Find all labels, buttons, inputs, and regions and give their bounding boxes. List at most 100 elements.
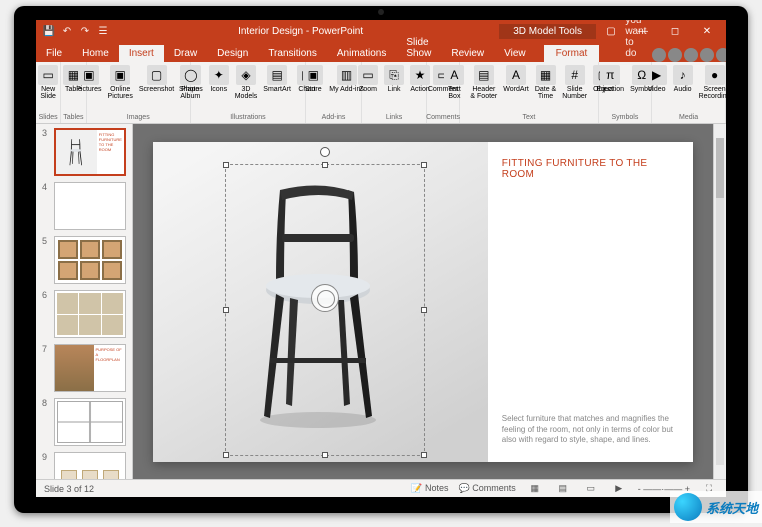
tab-home[interactable]: Home: [72, 45, 119, 62]
ribbon-group-label: Links: [386, 114, 402, 121]
tab-view[interactable]: View: [494, 45, 536, 62]
share-avatars[interactable]: ↗: [652, 48, 726, 62]
view-slideshow-icon[interactable]: ▶: [610, 483, 628, 494]
online-pictures-button[interactable]: ▣Online Pictures: [106, 64, 135, 101]
ribbon-group-label: Images: [127, 114, 150, 121]
thumbnail-slide-6[interactable]: 6: [42, 290, 126, 338]
pictures-button[interactable]: ▣Pictures: [74, 64, 103, 94]
close-icon[interactable]: ✕: [692, 26, 722, 37]
video-icon: ▶: [647, 65, 667, 85]
zoom-icon: ▭: [358, 65, 378, 85]
avatar-icon[interactable]: [652, 48, 666, 62]
video-button[interactable]: ▶Video: [645, 64, 669, 94]
online-pictures-icon: ▣: [110, 65, 130, 85]
store-button[interactable]: ▣Store: [301, 64, 325, 94]
vertical-scrollbar[interactable]: [713, 124, 726, 479]
resize-handle[interactable]: [421, 452, 427, 458]
link-button[interactable]: ⎘Link: [382, 64, 406, 94]
avatar-icon[interactable]: [700, 48, 714, 62]
tell-me-search[interactable]: 💡 Tell me what you want to do: [619, 20, 652, 62]
wordart-button[interactable]: AWordArt: [501, 64, 531, 94]
selection-box[interactable]: [225, 164, 425, 456]
ribbon: ▭New SlideSlides▦TableTables▣Pictures▣On…: [36, 62, 726, 124]
resize-handle[interactable]: [322, 162, 328, 168]
slide-number-icon: #: [565, 65, 585, 85]
shapes-button[interactable]: ◯Shapes: [177, 64, 205, 94]
zoom-button[interactable]: ▭Zoom: [356, 64, 380, 94]
tab-animations[interactable]: Animations: [327, 45, 396, 62]
smartart-button[interactable]: ▤SmartArt: [261, 64, 293, 94]
thumbnail-preview[interactable]: [54, 452, 126, 479]
avatar-icon[interactable]: [668, 48, 682, 62]
shapes-label: Shapes: [179, 86, 203, 93]
zoom-label: Zoom: [359, 86, 377, 93]
audio-button[interactable]: ♪Audio: [671, 64, 695, 94]
thumbnail-slide-7[interactable]: 7PURPOSE OF A FLOORPLAN: [42, 344, 126, 392]
slide-heading: FITTING FURNITURE TO THE ROOM: [502, 158, 679, 180]
tab-transitions[interactable]: Transitions: [258, 45, 327, 62]
slide-number-button[interactable]: #Slide Number: [560, 64, 589, 101]
ribbon-group-label: Tables: [63, 114, 83, 121]
ribbon-group-illustrations: ◯Shapes✦Icons◈3D Models▤SmartArt▥ChartIl…: [191, 62, 306, 123]
redo-icon[interactable]: ↷: [78, 24, 92, 38]
scrollbar-thumb[interactable]: [716, 138, 724, 198]
3d-rotate-handle[interactable]: [311, 284, 339, 312]
slide-canvas-area[interactable]: FITTING FURNITURE TO THE ROOM Select fur…: [133, 124, 713, 479]
tab-slideshow[interactable]: Slide Show: [396, 34, 441, 62]
thumbnail-slide-8[interactable]: 8: [42, 398, 126, 446]
pictures-label: Pictures: [76, 86, 101, 93]
equation-button[interactable]: πEquation: [594, 64, 626, 94]
slide-thumbnails[interactable]: 3FITTING FURNITURE TO THE ROOM 4 5 6 7PURPOS…: [36, 124, 133, 479]
comments-button[interactable]: 💬 Comments: [459, 483, 516, 494]
thumbnail-slide-5[interactable]: 5: [42, 236, 126, 284]
maximize-icon[interactable]: ◻: [660, 26, 690, 37]
thumbnail-slide-9[interactable]: 9: [42, 452, 126, 479]
view-sorter-icon[interactable]: ▤: [554, 483, 572, 494]
notes-button[interactable]: 📝 Notes: [411, 483, 448, 494]
touch-mode-icon[interactable]: ☰: [96, 24, 110, 38]
new-slide-icon: ▭: [38, 65, 58, 85]
tab-file[interactable]: File: [36, 45, 72, 62]
header-footer-button[interactable]: ▤Header & Footer: [468, 64, 499, 101]
save-icon[interactable]: 💾: [42, 24, 56, 38]
resize-handle[interactable]: [322, 452, 328, 458]
thumbnail-preview[interactable]: [54, 290, 126, 338]
tab-draw[interactable]: Draw: [164, 45, 207, 62]
wordart-icon: A: [506, 65, 526, 85]
resize-handle[interactable]: [223, 162, 229, 168]
undo-icon[interactable]: ↶: [60, 24, 74, 38]
screen-rec-button[interactable]: ●Screen Recording: [697, 64, 726, 101]
rotate-handle[interactable]: [320, 147, 330, 157]
resize-handle[interactable]: [223, 452, 229, 458]
3d-models-label: 3D Models: [235, 86, 258, 100]
view-normal-icon[interactable]: ▦: [526, 483, 544, 494]
avatar-icon[interactable]: [716, 48, 726, 62]
resize-handle[interactable]: [421, 307, 427, 313]
3d-models-button[interactable]: ◈3D Models: [233, 64, 260, 101]
thumbnail-slide-3[interactable]: 3FITTING FURNITURE TO THE ROOM: [42, 128, 126, 176]
thumbnail-preview[interactable]: [54, 398, 126, 446]
new-slide-label: New Slide: [40, 86, 56, 100]
icons-button[interactable]: ✦Icons: [207, 64, 231, 94]
screenshot-button[interactable]: ▢Screenshot: [137, 64, 176, 94]
avatar-icon[interactable]: [684, 48, 698, 62]
slide-counter[interactable]: Slide 3 of 12: [44, 484, 94, 494]
date-time-button[interactable]: ▦Date & Time: [533, 64, 558, 101]
thumbnail-preview[interactable]: [54, 236, 126, 284]
slide-canvas[interactable]: FITTING FURNITURE TO THE ROOM Select fur…: [153, 142, 693, 462]
tab-review[interactable]: Review: [441, 45, 494, 62]
resize-handle[interactable]: [421, 162, 427, 168]
resize-handle[interactable]: [223, 307, 229, 313]
tab-design[interactable]: Design: [207, 45, 258, 62]
thumbnail-slide-4[interactable]: 4: [42, 182, 126, 230]
thumbnail-preview[interactable]: PURPOSE OF A FLOORPLAN: [54, 344, 126, 392]
new-slide-button[interactable]: ▭New Slide: [36, 64, 60, 101]
tab-format[interactable]: Format: [544, 45, 600, 62]
view-reading-icon[interactable]: ▭: [582, 483, 600, 494]
menu-tabs: File Home Insert Draw Design Transitions…: [36, 42, 726, 62]
thumbnail-preview[interactable]: FITTING FURNITURE TO THE ROOM: [54, 128, 126, 176]
thumbnail-preview[interactable]: [54, 182, 126, 230]
ribbon-group-label: Slides: [39, 114, 58, 121]
tab-insert[interactable]: Insert: [119, 45, 164, 62]
textbox-button[interactable]: AText Box: [442, 64, 466, 101]
